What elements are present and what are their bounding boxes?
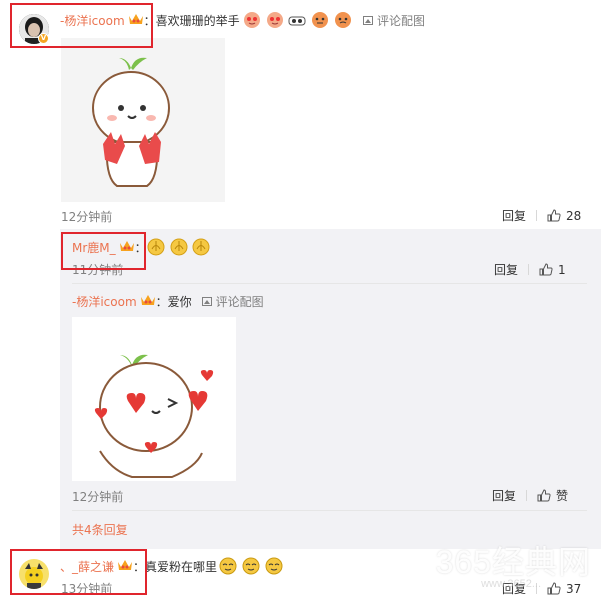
emoji-icon	[192, 238, 210, 256]
emoji-icon	[288, 16, 306, 26]
picture-icon	[362, 15, 373, 25]
comment-time: 12分钟前	[61, 210, 113, 224]
comment-image[interactable]	[72, 317, 236, 481]
comment-image[interactable]	[61, 38, 225, 202]
reply-button[interactable]: 回复	[492, 487, 516, 504]
watermark: 365经典网	[435, 544, 591, 580]
emoji-icon	[243, 12, 260, 28]
emoji-icon	[242, 557, 260, 575]
emoji-icon	[170, 238, 187, 256]
like-count: 37	[566, 581, 582, 596]
like-button[interactable]: 28	[547, 209, 581, 223]
like-button[interactable]: 赞	[537, 487, 568, 504]
highlight-box	[61, 232, 146, 270]
thumbs-up-icon	[539, 263, 553, 276]
username[interactable]: -杨洋icoom	[72, 293, 137, 310]
divider	[528, 264, 530, 275]
picture-icon	[201, 296, 212, 306]
view-picture-link[interactable]: 评论配图	[201, 293, 264, 310]
emoji-icon	[266, 12, 283, 28]
reply-button[interactable]: 回复	[502, 207, 526, 224]
emoji-icon	[265, 557, 283, 575]
like-label: 赞	[556, 489, 569, 503]
divider	[536, 210, 538, 221]
like-button[interactable]: 37	[547, 582, 581, 596]
view-picture-label: 评论配图	[376, 13, 425, 28]
comment-text: 爱你	[167, 294, 192, 309]
watermark-url: www.3652...	[481, 578, 541, 590]
sprout-hearts-illustration	[94, 354, 214, 478]
like-button[interactable]: 1	[539, 263, 566, 277]
sprout-character-illustration	[92, 57, 170, 187]
emoji-icon	[312, 12, 329, 28]
separator	[72, 283, 587, 284]
reply-button[interactable]: 回复	[494, 261, 518, 278]
highlight-box	[10, 549, 147, 595]
separator	[72, 510, 587, 511]
highlight-box	[10, 3, 153, 48]
colon: ：	[155, 294, 168, 309]
thumbs-up-icon	[547, 209, 561, 222]
more-replies-link[interactable]: 共4条回复	[72, 521, 128, 538]
emoji-icon	[147, 238, 165, 256]
comment-text: 真爱粉在哪里	[145, 559, 218, 574]
divider	[526, 490, 528, 501]
like-count: 28	[566, 208, 582, 223]
vip-crown-icon	[140, 293, 156, 309]
emoji-icon	[219, 557, 237, 575]
comment-text: 喜欢珊珊的举手	[155, 13, 240, 28]
emoji-icon	[334, 12, 351, 28]
like-count: 1	[558, 262, 566, 277]
view-picture-link[interactable]: 评论配图	[362, 12, 425, 29]
thumbs-up-icon	[547, 582, 561, 595]
comment-time: 12分钟前	[72, 490, 124, 504]
view-picture-label: 评论配图	[215, 294, 264, 309]
thumbs-up-icon	[537, 489, 551, 502]
